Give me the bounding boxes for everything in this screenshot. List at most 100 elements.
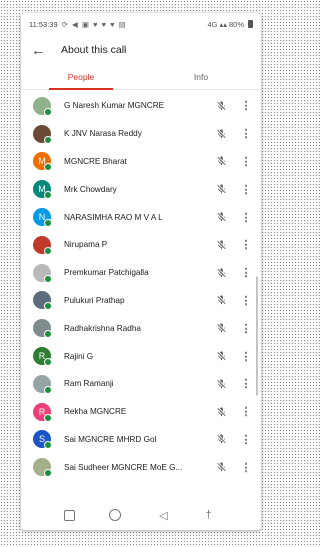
more-vert-icon[interactable]: ⋮ (241, 348, 252, 364)
participant-name: Rajini G (64, 351, 94, 361)
battery-icon (248, 20, 253, 28)
participant-name: Rekha MGNCRE (64, 407, 127, 417)
mic-off-icon[interactable] (213, 320, 229, 336)
back-button[interactable]: ◁ (154, 509, 174, 522)
participant-row[interactable]: S Sai MGNCRE MHRD GoI ⋮ (21, 426, 261, 454)
mic-off-icon[interactable] (213, 181, 229, 197)
participant-row[interactable]: Pulukuri Prathap ⋮ (21, 287, 261, 315)
more-vert-icon[interactable]: ⋮ (241, 265, 252, 281)
mic-off-icon[interactable] (213, 376, 229, 392)
more-vert-icon[interactable]: ⋮ (241, 181, 252, 197)
participant-row[interactable]: G Naresh Kumar MGNCRE ⋮ (21, 92, 261, 120)
participant-name: K JNV Narasa Reddy (64, 129, 142, 139)
more-vert-icon[interactable]: ⋮ (241, 320, 252, 336)
more-vert-icon[interactable]: ⋮ (241, 376, 252, 392)
square-icon (63, 509, 75, 521)
mic-off-icon[interactable] (213, 126, 229, 142)
participant-row[interactable]: K JNV Narasa Reddy ⋮ (21, 120, 261, 148)
more-vert-icon[interactable]: ⋮ (241, 431, 252, 447)
online-status-dot (44, 163, 52, 172)
avatar: S (33, 430, 52, 450)
avatar: N (33, 208, 52, 228)
avatar: R (33, 347, 52, 367)
participant-row[interactable]: M Mrk Chowdary ⋮ (21, 175, 261, 203)
circle-icon (108, 509, 121, 521)
online-status-dot (44, 302, 52, 311)
participant-name: Sai Sudheer MGNCRE MoE G... (64, 462, 183, 472)
mic-off-icon[interactable] (213, 265, 229, 281)
participant-row[interactable]: R Rajini G ⋮ (21, 342, 261, 370)
avatar (33, 96, 52, 116)
avatar: M (33, 180, 52, 200)
online-status-dot (44, 413, 52, 422)
mic-off-icon[interactable] (213, 98, 229, 114)
participant-name: Radhakrishna Radha (64, 323, 141, 333)
avatar (33, 319, 52, 339)
app-bar: ← About this call (21, 35, 261, 65)
participant-name: MGNCRE Bharat (64, 156, 127, 166)
tab-info[interactable]: Info (141, 65, 261, 89)
participant-row[interactable]: Radhakrishna Radha ⋮ (21, 314, 261, 342)
avatar (33, 374, 52, 394)
more-vert-icon[interactable]: ⋮ (241, 459, 252, 475)
participant-row[interactable]: Premkumar Patchigalla ⋮ (21, 259, 261, 287)
mic-off-icon[interactable] (213, 348, 229, 364)
mic-off-icon[interactable] (213, 404, 229, 420)
mic-off-icon[interactable] (213, 209, 229, 225)
mic-off-icon[interactable] (213, 431, 229, 447)
triangle-back-icon: ◁ (159, 509, 168, 522)
avatar (33, 291, 52, 311)
online-status-dot (44, 441, 52, 450)
mic-off-icon[interactable] (213, 459, 229, 475)
more-vert-icon[interactable]: ⋮ (241, 404, 252, 420)
accessibility-button[interactable]: † (199, 509, 219, 521)
page-title: About this call (61, 44, 127, 56)
notification-icons: ⟳ ◀ ▣ ♥ ♥ ♥ ▤ (61, 19, 127, 29)
avatar: M (33, 152, 52, 172)
participant-row[interactable]: N NARASIMHA RAO M V A L ⋮ (21, 203, 261, 231)
mic-off-icon[interactable] (213, 237, 229, 253)
recents-button[interactable] (63, 509, 84, 521)
online-status-dot (44, 107, 52, 116)
participant-name: Nirupama P (64, 240, 108, 250)
participant-name: Pulukuri Prathap (64, 295, 125, 305)
participant-name: Premkumar Patchigalla (64, 268, 149, 278)
status-bar: 11:53:39 ⟳ ◀ ▣ ♥ ♥ ♥ ▤ 4G ▴▴ 80% (21, 13, 261, 35)
scrollbar[interactable] (256, 276, 258, 396)
avatar (33, 235, 52, 255)
participant-name: NARASIMHA RAO M V A L (64, 212, 163, 222)
online-status-dot (44, 385, 52, 394)
status-right: 4G ▴▴ 80% (207, 20, 253, 29)
phone-screen: 11:53:39 ⟳ ◀ ▣ ♥ ♥ ♥ ▤ 4G ▴▴ 80% ← About… (21, 13, 261, 530)
online-status-dot (44, 135, 52, 144)
avatar (33, 263, 52, 283)
participant-name: Mrk Chowdary (64, 184, 117, 194)
participant-row[interactable]: R Rekha MGNCRE ⋮ (21, 398, 261, 426)
back-arrow-icon[interactable]: ← (31, 42, 53, 59)
avatar: R (33, 402, 52, 422)
more-vert-icon[interactable]: ⋮ (241, 292, 252, 308)
more-vert-icon[interactable]: ⋮ (241, 153, 252, 169)
participant-row[interactable]: Nirupama P ⋮ (21, 231, 261, 259)
mic-off-icon[interactable] (213, 292, 229, 308)
online-status-dot (44, 358, 52, 367)
participant-row[interactable]: Sai Sudheer MGNCRE MoE G... ⋮ (21, 453, 261, 481)
tab-people[interactable]: People (21, 65, 141, 90)
avatar (33, 458, 52, 478)
home-button[interactable] (108, 509, 129, 521)
more-vert-icon[interactable]: ⋮ (241, 126, 252, 142)
online-status-dot (44, 246, 52, 255)
more-vert-icon[interactable]: ⋮ (241, 209, 252, 225)
participant-name: Sai MGNCRE MHRD GoI (64, 434, 157, 444)
participant-row[interactable]: Ram Ramanji ⋮ (21, 370, 261, 398)
participant-row[interactable]: M MGNCRE Bharat ⋮ (21, 148, 261, 176)
online-status-dot (44, 330, 52, 339)
online-status-dot (44, 274, 52, 283)
mic-off-icon[interactable] (213, 153, 229, 169)
accessibility-icon: † (205, 509, 212, 521)
more-vert-icon[interactable]: ⋮ (241, 98, 252, 114)
avatar (33, 124, 52, 144)
more-vert-icon[interactable]: ⋮ (241, 237, 252, 253)
battery-label: 80% (228, 19, 244, 29)
system-nav-bar: ◁ † (21, 500, 261, 530)
